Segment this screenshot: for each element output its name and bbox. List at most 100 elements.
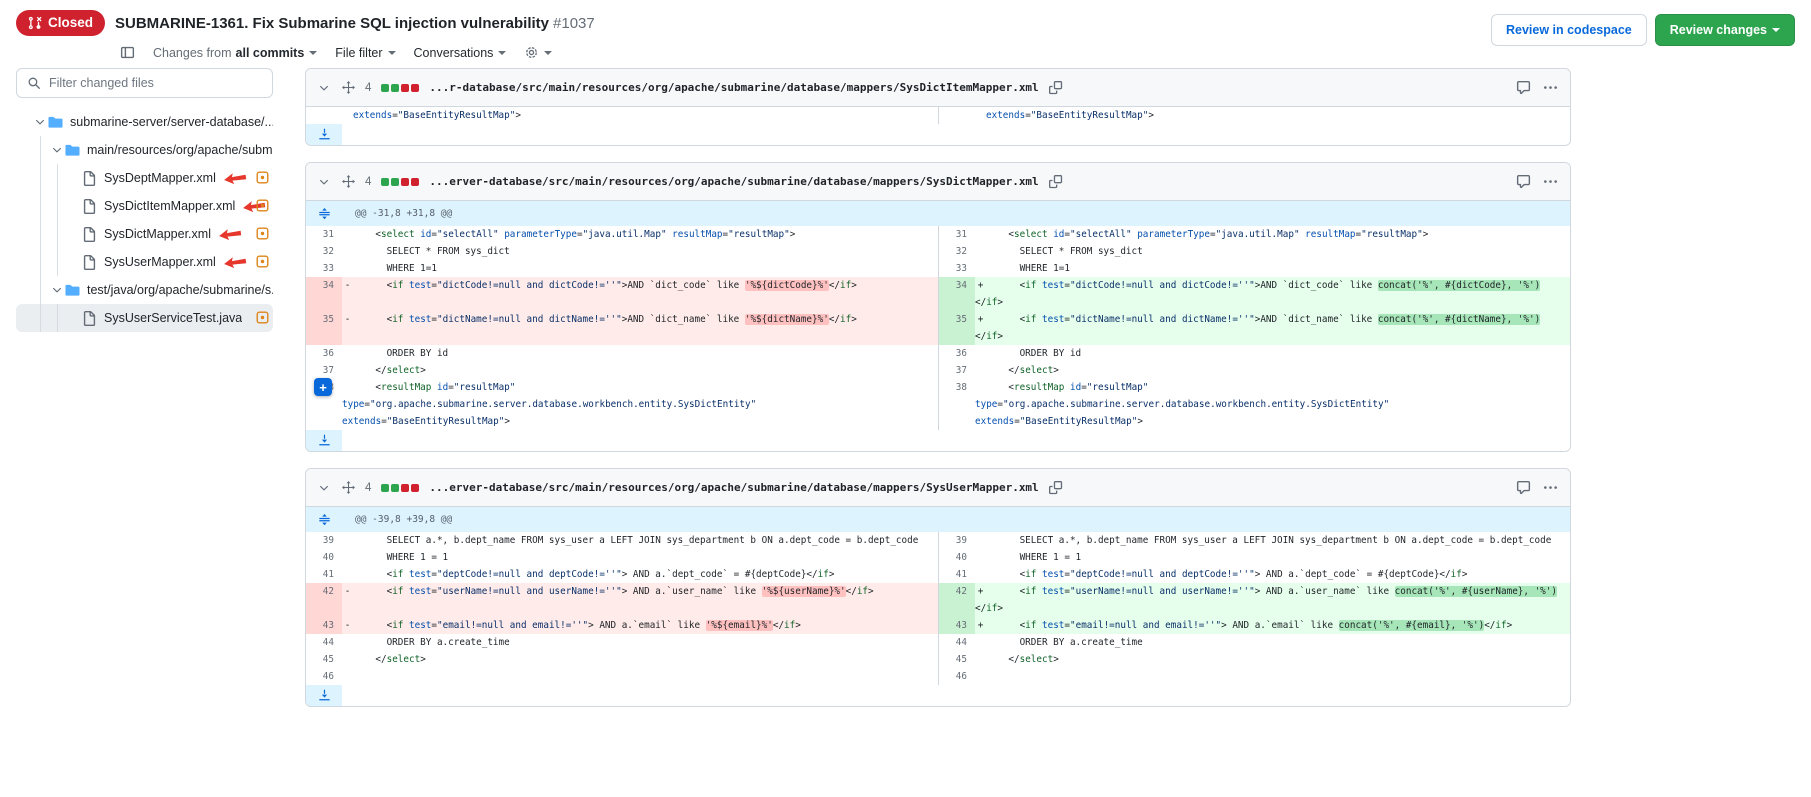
line-number[interactable]: 36 [306,345,342,362]
diff-right-half: 31 <select id="selectAll" parameterType=… [938,226,1570,243]
line-number[interactable]: 31 [306,226,342,243]
filter-files-input[interactable] [49,76,262,90]
line-number[interactable]: 34 [939,277,975,311]
diff-row: 40 WHERE 1 = 140 WHERE 1 = 1 [306,549,1570,566]
review-in-codespace-button[interactable]: Review in codespace [1491,14,1647,46]
diff-file-card: 4...erver-database/src/main/resources/or… [305,468,1571,707]
code-line: WHERE 1 = 1 [342,549,938,566]
line-number[interactable]: 36 [939,345,975,362]
line-number[interactable]: 33 [939,260,975,277]
line-number[interactable]: 41 [939,566,975,583]
collapse-file-chevron-icon[interactable] [316,480,332,496]
file-tree-toggle-icon[interactable] [120,45,135,60]
line-number[interactable]: 46 [306,668,342,685]
kebab-menu-icon[interactable] [1541,78,1560,97]
diff-left-half: 32 SELECT * FROM sys_dict [306,243,938,260]
diff-file-header: 4...erver-database/src/main/resources/or… [306,469,1570,507]
code-line: SELECT a.*, b.dept_name FROM sys_user a … [342,532,938,549]
line-number[interactable]: 40 [306,549,342,566]
add-line-comment-button[interactable]: + [314,378,332,396]
line-number[interactable]: 40 [939,549,975,566]
code-line: WHERE 1 = 1 [975,549,1570,566]
tree-row-folder[interactable]: test/java/org/apache/submarine/s... [16,276,273,304]
line-number[interactable]: 46 [939,668,975,685]
line-number[interactable]: 41 [306,566,342,583]
expand-down-icon[interactable] [306,685,342,706]
expand-down-icon[interactable] [306,430,342,451]
expand-hunk-icon[interactable] [306,201,342,226]
code-line: WHERE 1=1 [975,260,1570,277]
line-number[interactable]: 37 [306,362,342,379]
pr-title-text: SUBMARINE-1361. Fix Submarine SQL inject… [115,15,549,32]
collapse-file-chevron-icon[interactable] [316,174,332,190]
line-number[interactable]: 45 [306,651,342,668]
diff-row: 41 <if test="deptCode!=null and deptCode… [306,566,1570,583]
hunk-range: @@ -39,8 +39,8 @@ [342,507,1570,532]
line-number[interactable]: 43 [939,617,975,634]
line-number[interactable]: 32 [939,243,975,260]
review-changes-button[interactable]: Review changes [1655,14,1795,46]
expand-hunk-icon[interactable] [306,507,342,532]
diff-settings-gear-menu[interactable] [524,45,552,60]
collapse-file-chevron-icon[interactable] [316,80,332,96]
code-line: <if test="deptCode!=null and deptCode!='… [342,566,938,583]
pr-header-actions: Review in codespace Review changes [1491,10,1795,46]
line-number[interactable]: 42 [939,583,975,617]
kebab-menu-icon[interactable] [1541,478,1560,497]
line-number[interactable]: 37 [939,362,975,379]
diff-file-header: 4...erver-database/src/main/resources/or… [306,163,1570,201]
line-number[interactable] [939,107,975,124]
line-number[interactable]: 44 [306,634,342,651]
tree-row-file[interactable]: SysDeptMapper.xml [16,164,273,192]
tree-row-folder[interactable]: main/resources/org/apache/subm... [16,136,273,164]
diff-right-half: 45 </select> [938,651,1570,668]
tree-row-file[interactable]: SysUserServiceTest.java [16,304,273,332]
line-number[interactable]: 35 [306,311,342,345]
line-number[interactable]: 38 [939,379,975,430]
diff-left-half: 34- <if test="dictCode!=null and dictCod… [306,277,938,311]
line-number[interactable]: 44 [939,634,975,651]
code-line: SELECT * FROM sys_dict [975,243,1570,260]
copy-path-icon[interactable] [1047,79,1065,97]
line-number[interactable]: 34 [306,277,342,311]
conversations-menu[interactable]: Conversations [414,46,507,60]
kebab-menu-icon[interactable] [1541,172,1560,191]
drag-handle-icon[interactable] [340,173,357,190]
line-number[interactable]: 31 [939,226,975,243]
file-icon [82,227,102,242]
code-line: ORDER BY id [975,345,1570,362]
diff-table: @@ -31,8 +31,8 @@31 <select id="selectAl… [306,201,1570,451]
comment-icon[interactable] [1514,172,1533,191]
line-number[interactable]: 39 [306,532,342,549]
tree-row-file[interactable]: SysDictItemMapper.xml [16,192,273,220]
line-number[interactable]: 43 [306,617,342,634]
tree-row-file[interactable]: SysUserMapper.xml [16,248,273,276]
file-path: ...erver-database/src/main/resources/org… [429,175,1038,188]
file-modified-icon [256,171,269,184]
copy-path-icon[interactable] [1047,479,1065,497]
copy-path-icon[interactable] [1047,173,1065,191]
drag-handle-icon[interactable] [340,479,357,496]
diff-list: 4...r-database/src/main/resources/org/ap… [289,66,1811,743]
diff-left-half: 41 <if test="deptCode!=null and deptCode… [306,566,938,583]
diff-right-half: 41 <if test="deptCode!=null and deptCode… [938,566,1570,583]
tree-row-file[interactable]: SysDictMapper.xml [16,220,273,248]
line-number[interactable] [306,107,342,124]
line-number[interactable]: 33 [306,260,342,277]
diff-left-half: 46 [306,668,938,685]
line-number[interactable]: 38+ [306,379,342,430]
line-number[interactable]: 45 [939,651,975,668]
file-filter-menu[interactable]: File filter [335,46,395,60]
line-number[interactable]: 32 [306,243,342,260]
diff-row: 33 WHERE 1=133 WHERE 1=1 [306,260,1570,277]
expand-down-icon[interactable] [306,124,342,145]
changes-from-menu[interactable]: Changes fromall commits [153,46,317,60]
line-number[interactable]: 39 [939,532,975,549]
line-number[interactable]: 42 [306,583,342,617]
comment-icon[interactable] [1514,478,1533,497]
comment-icon[interactable] [1514,78,1533,97]
line-number[interactable]: 35 [939,311,975,345]
drag-handle-icon[interactable] [340,79,357,96]
tree-row-folder[interactable]: submarine-server/server-database/... [16,108,273,136]
code-line: - <if test="email!=null and email!=''"> … [342,617,938,634]
